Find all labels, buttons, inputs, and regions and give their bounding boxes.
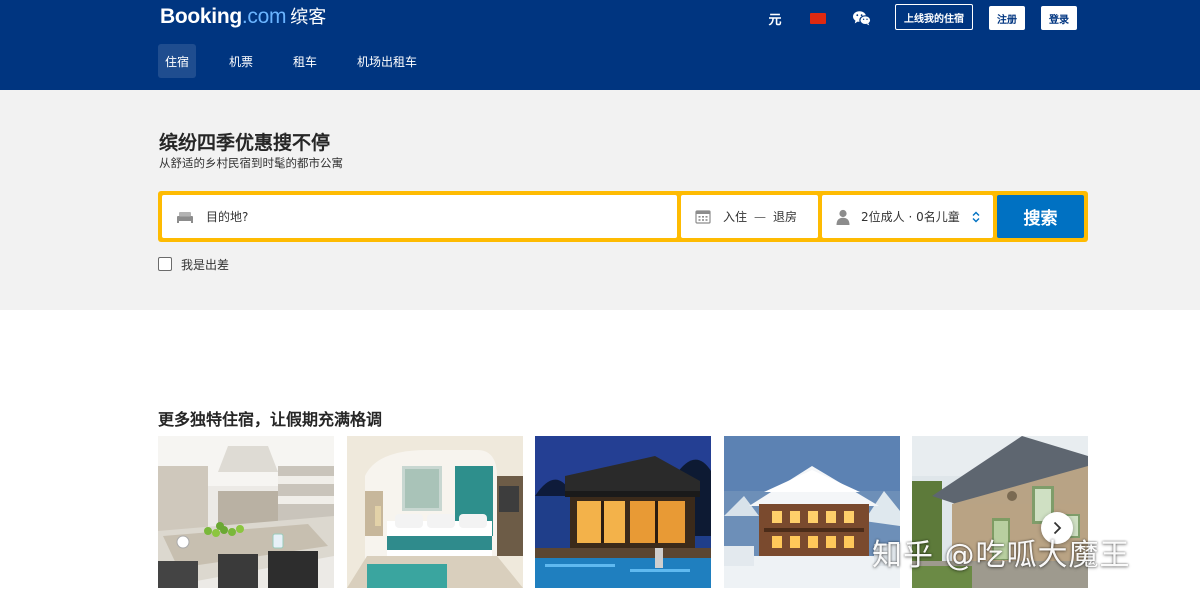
nav-tab-car-rental[interactable]: 租车: [286, 44, 324, 78]
destination-placeholder: 目的地?: [206, 210, 249, 224]
logo-com-text: .com: [241, 5, 287, 28]
china-flag-icon: [810, 12, 826, 24]
nav-tab-stays[interactable]: 住宿: [158, 44, 196, 78]
hero-subtitle: 从舒适的乡村民宿到时髦的都市公寓: [159, 156, 343, 170]
booking-logo[interactable]: Booking .com 缤客: [160, 3, 326, 31]
watermark: 知乎 @吃呱大魔王: [872, 538, 1131, 573]
checkout-label: 退房: [773, 210, 798, 224]
date-picker[interactable]: 入住 — 退房: [681, 195, 818, 238]
wechat-button[interactable]: [852, 4, 874, 32]
unique-stays-title: 更多独特住宿，让假期充满格调: [158, 410, 383, 429]
nav-tab-flights[interactable]: 机票: [222, 44, 260, 78]
destination-field[interactable]: 目的地?: [162, 195, 677, 238]
hero-title: 缤纷四季优惠搜不停: [159, 132, 331, 154]
date-separator: —: [754, 209, 767, 224]
guest-count: 2位成人 · 0名儿童: [861, 210, 960, 224]
business-trip-checkbox[interactable]: [158, 257, 172, 271]
bed-icon: [176, 211, 194, 223]
business-trip-label: 我是出差: [181, 257, 230, 272]
person-icon: [836, 209, 850, 225]
modern-kitchen-photo: [158, 436, 334, 588]
checkin-label: 入住: [723, 210, 748, 224]
search-button[interactable]: 搜索: [997, 195, 1084, 238]
search-bar: 目的地? 入住 — 退房 2位成人 · 0名儿童 搜索: [158, 191, 1088, 242]
logo-cn-text: 缤客: [290, 7, 327, 28]
logo-booking-text: Booking: [160, 5, 242, 28]
register-button[interactable]: 注册: [989, 6, 1025, 30]
business-trip-option[interactable]: 我是出差: [158, 256, 229, 272]
wechat-icon: [853, 11, 872, 26]
villa-pool-night-photo: [535, 436, 711, 588]
calendar-icon: [695, 209, 711, 224]
guest-selector[interactable]: 2位成人 · 0名儿童: [822, 195, 993, 238]
hotel-bedroom-photo: [347, 436, 523, 588]
nav-tab-airport-taxi[interactable]: 机场出租车: [352, 44, 422, 78]
property-card-kitchen[interactable]: [158, 436, 334, 588]
list-property-button[interactable]: 上线我的住宿: [895, 4, 973, 30]
property-card-bedroom[interactable]: [347, 436, 523, 588]
login-button[interactable]: 登录: [1041, 6, 1077, 30]
currency-selector[interactable]: 元: [766, 4, 784, 32]
top-header: Booking .com 缤客 元 上线我的住宿 注册 登录 住宿 机票 租车 …: [0, 0, 1200, 90]
language-selector[interactable]: [810, 4, 828, 32]
chevron-updown-icon: [972, 211, 980, 223]
property-card-villa[interactable]: [535, 436, 711, 588]
